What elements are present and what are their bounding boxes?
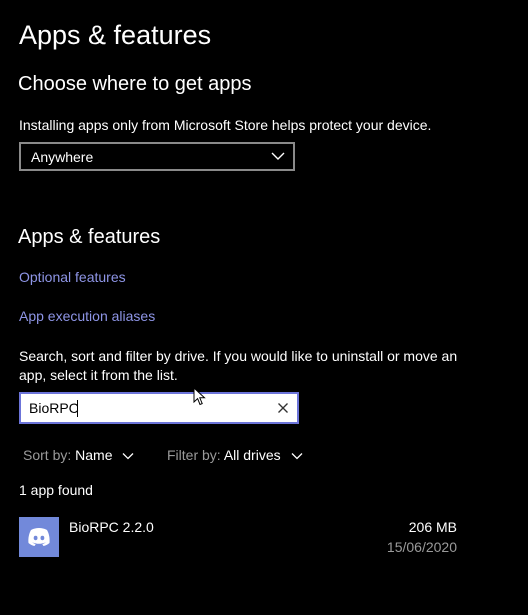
chevron-down-icon (122, 453, 134, 460)
app-size: 206 MB (408, 519, 457, 535)
app-name: BioRPC 2.2.0 (69, 519, 154, 535)
sort-by-dropdown[interactable]: Sort by: Name (23, 447, 134, 464)
choose-apps-heading: Choose where to get apps (18, 73, 252, 95)
chevron-down-icon (271, 152, 285, 160)
filter-by-value: All drives (223, 447, 281, 463)
search-input[interactable] (29, 399, 269, 417)
optional-features-link[interactable]: Optional features (19, 268, 126, 287)
filter-by-label: Filter by: (167, 447, 221, 463)
app-source-dropdown[interactable]: Anywhere (19, 142, 295, 171)
chevron-down-icon (291, 453, 302, 460)
search-help-text: Search, sort and filter by drive. If you… (19, 348, 458, 383)
sort-by-label: Sort by: (23, 447, 72, 463)
text-caret (77, 400, 78, 417)
search-box[interactable] (19, 392, 299, 424)
filter-by-dropdown[interactable]: Filter by: All drives (167, 447, 303, 464)
app-install-date: 15/06/2020 (386, 539, 457, 555)
discord-icon (19, 517, 59, 557)
dropdown-selected-value: Anywhere (31, 149, 94, 165)
apps-features-heading: Apps & features (18, 226, 161, 248)
choose-apps-description: Installing apps only from Microsoft Stor… (19, 117, 432, 133)
app-execution-aliases-link[interactable]: App execution aliases (19, 307, 155, 326)
clear-search-icon[interactable] (274, 399, 292, 417)
sort-by-value: Name (75, 447, 113, 463)
page-title: Apps & features (19, 20, 212, 50)
result-count: 1 app found (19, 482, 93, 498)
